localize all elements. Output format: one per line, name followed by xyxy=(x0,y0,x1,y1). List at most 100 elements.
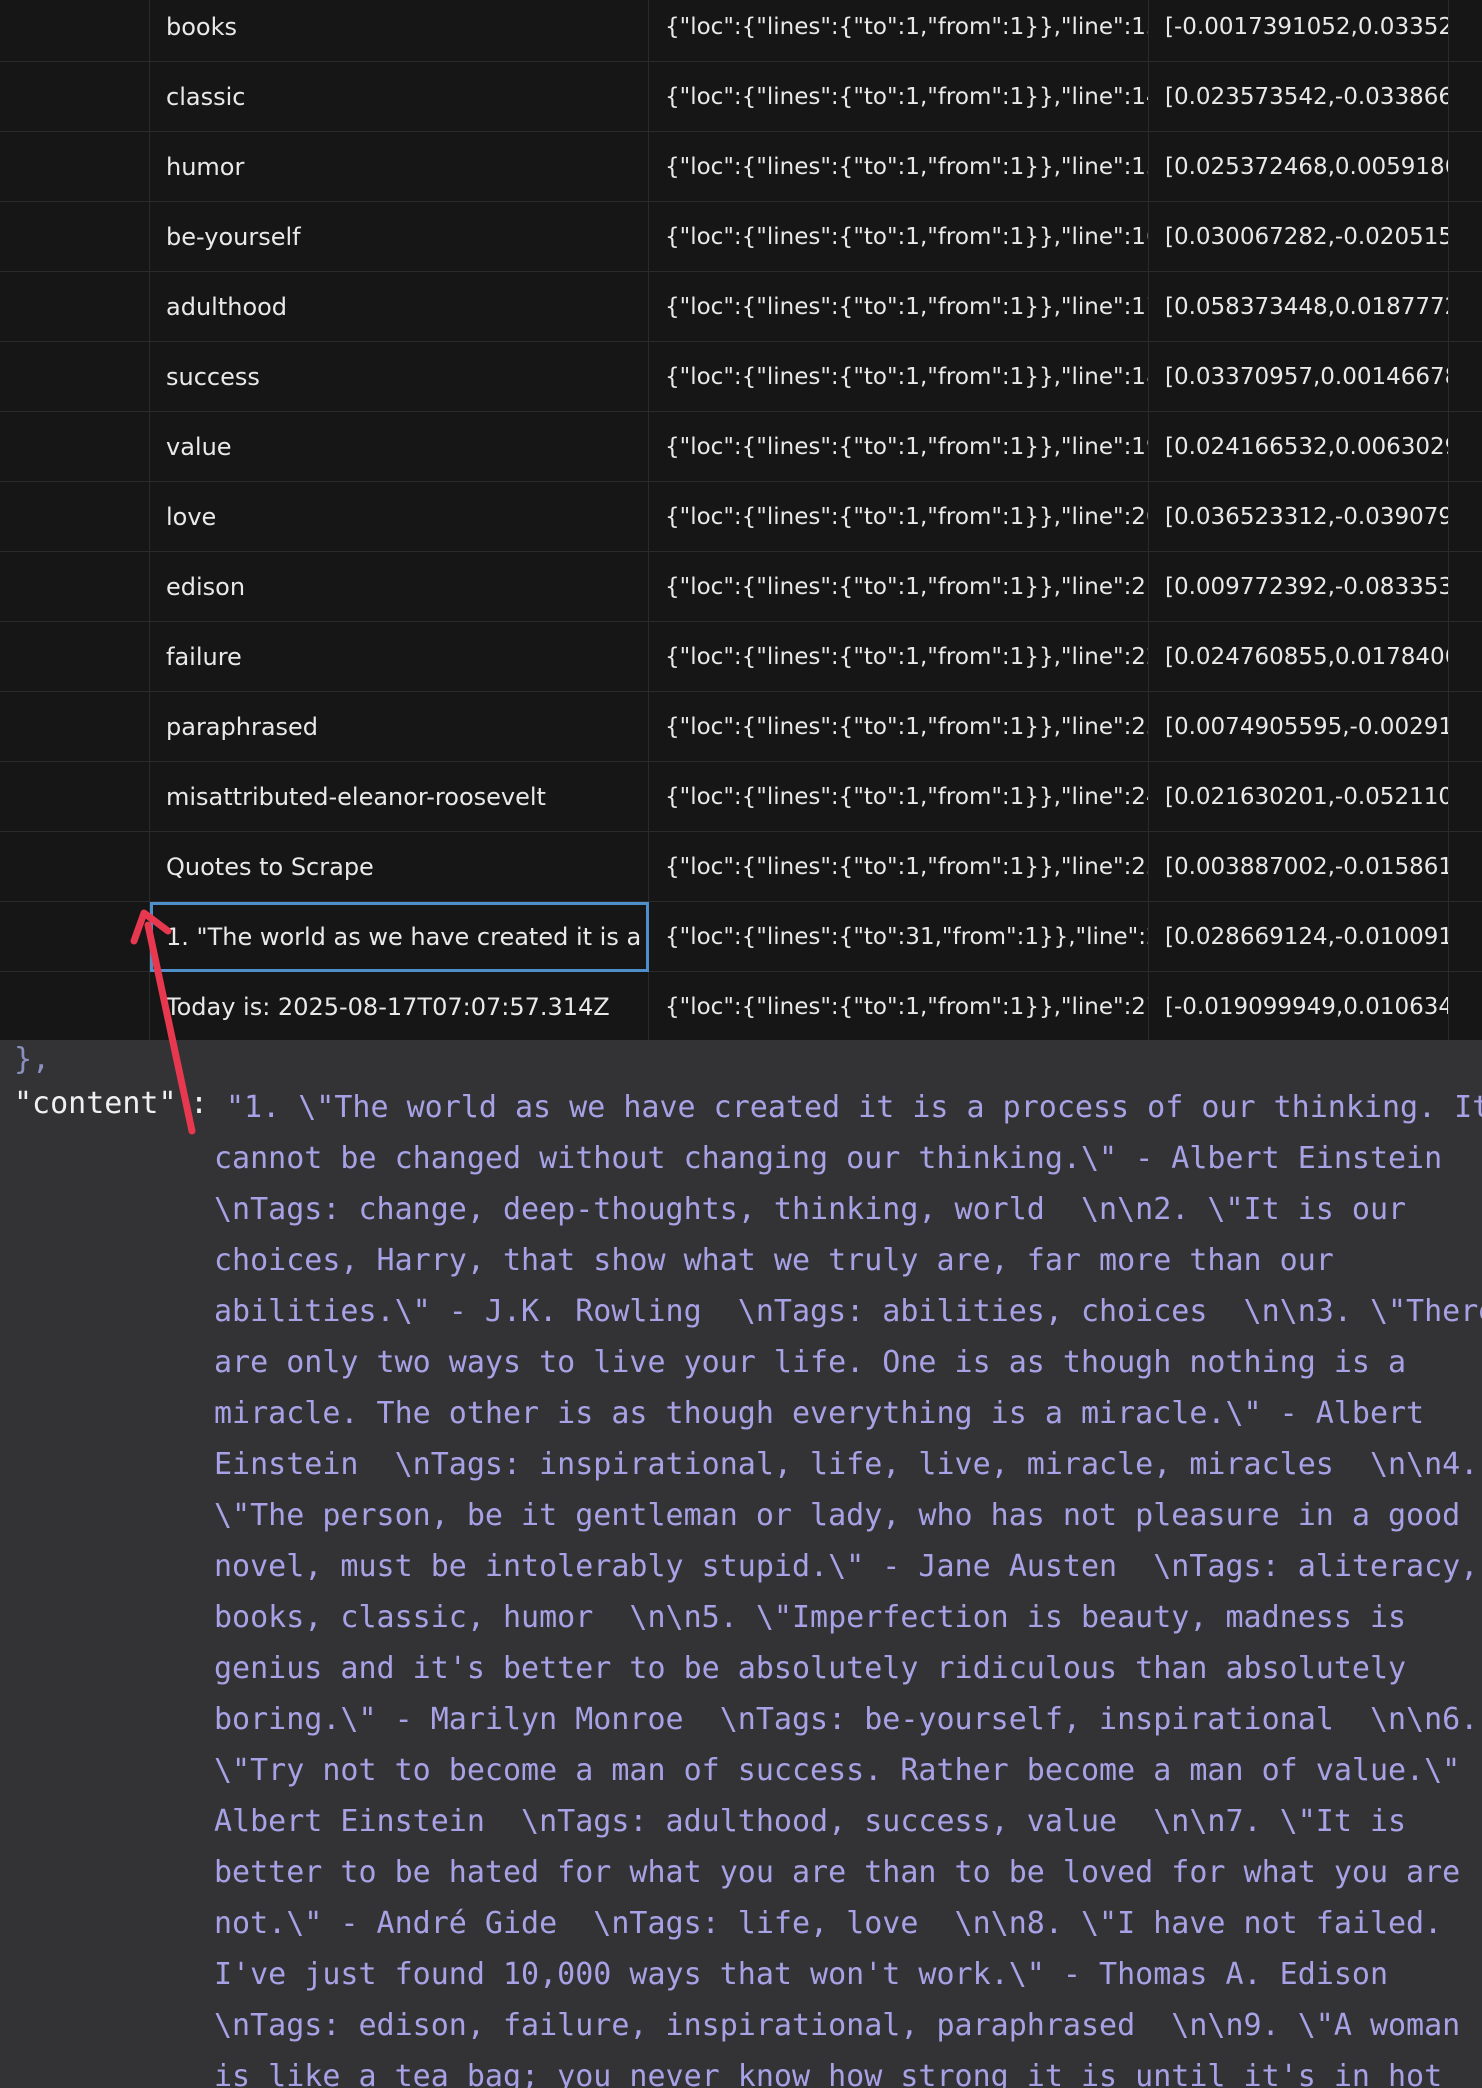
embedding-cell[interactable]: [0.023573542,-0.033866 xyxy=(1149,62,1449,132)
embedding-cell[interactable]: [0.03370957,0.00146678 xyxy=(1149,342,1449,412)
extra-cell[interactable] xyxy=(1449,482,1482,552)
extra-cell[interactable] xyxy=(1449,202,1482,272)
extra-cell[interactable] xyxy=(1449,62,1482,132)
text-cell[interactable]: paraphrased xyxy=(150,692,649,762)
row-header-cell[interactable] xyxy=(0,0,150,62)
row-header-cell[interactable] xyxy=(0,762,150,832)
table-row[interactable]: value {"loc":{"lines":{"to":1,"from":1}},… xyxy=(0,412,1482,482)
text-cell[interactable]: success xyxy=(150,342,649,412)
metadata-cell[interactable]: {"loc":{"lines":{"to":1,"from":1}},"line… xyxy=(649,132,1149,202)
extra-cell[interactable] xyxy=(1449,692,1482,762)
row-header-cell[interactable] xyxy=(0,832,150,902)
row-header-cell[interactable] xyxy=(0,342,150,412)
row-header-cell[interactable] xyxy=(0,132,150,202)
text-cell[interactable]: adulthood xyxy=(150,272,649,342)
metadata-cell[interactable]: {"loc":{"lines":{"to":1,"from":1}},"line… xyxy=(649,832,1149,902)
embedding-cell[interactable]: [0.025372468,0.0059186 xyxy=(1149,132,1449,202)
text-cell[interactable]: books xyxy=(150,0,649,62)
embedding-cell[interactable]: [-0.0017391052,0.033525 xyxy=(1149,0,1449,62)
metadata-cell[interactable]: {"loc":{"lines":{"to":1,"from":1}},"line… xyxy=(649,272,1149,342)
extra-cell[interactable] xyxy=(1449,902,1482,972)
embedding-cell[interactable]: [0.024166532,0.0063029 xyxy=(1149,412,1449,482)
embedding-cell[interactable]: [0.009772392,-0.083353 xyxy=(1149,552,1449,622)
extra-cell[interactable] xyxy=(1449,622,1482,692)
row-header-cell[interactable] xyxy=(0,482,150,552)
json-value-line: is like a tea bag; you never know how st… xyxy=(214,2059,1443,2088)
metadata-cell[interactable]: {"loc":{"lines":{"to":1,"from":1}},"line… xyxy=(649,692,1149,762)
metadata-cell[interactable]: {"loc":{"lines":{"to":1,"from":1}},"line… xyxy=(649,202,1149,272)
json-value-line: \nTags: change, deep-thoughts, thinking,… xyxy=(214,1192,1407,1227)
extra-cell[interactable] xyxy=(1449,832,1482,902)
table-row[interactable]: failure {"loc":{"lines":{"to":1,"from":1}… xyxy=(0,622,1482,692)
extra-cell[interactable] xyxy=(1449,342,1482,412)
json-closing-brace: }, xyxy=(14,1042,51,1077)
row-header-cell[interactable] xyxy=(0,412,150,482)
embedding-cell[interactable]: [0.058373448,0.0187772 xyxy=(1149,272,1449,342)
json-value-line: Einstein \nTags: inspirational, life, li… xyxy=(214,1447,1479,1482)
extra-cell[interactable] xyxy=(1449,0,1482,62)
row-header-cell[interactable] xyxy=(0,202,150,272)
table-row[interactable]: Quotes to Scrape {"loc":{"lines":{"to":1,… xyxy=(0,832,1482,902)
table-row[interactable]: 1. "The world as we have created it is a… xyxy=(0,902,1482,972)
table-row[interactable]: humor {"loc":{"lines":{"to":1,"from":1}},… xyxy=(0,132,1482,202)
embedding-cell[interactable]: [0.036523312,-0.039079 xyxy=(1149,482,1449,552)
embedding-cell[interactable]: [0.003887002,-0.015861 xyxy=(1149,832,1449,902)
embedding-cell[interactable]: [0.021630201,-0.0521104 xyxy=(1149,762,1449,832)
text-cell[interactable]: edison xyxy=(150,552,649,622)
json-key-content: "content" xyxy=(14,1086,177,1121)
embedding-cell[interactable]: [0.028669124,-0.0100918 xyxy=(1149,902,1449,972)
metadata-cell[interactable]: {"loc":{"lines":{"to":1,"from":1}},"line… xyxy=(649,552,1149,622)
table-row[interactable]: success {"loc":{"lines":{"to":1,"from":1}… xyxy=(0,342,1482,412)
json-value-line: \"The person, be it gentleman or lady, w… xyxy=(214,1498,1461,1533)
row-header-cell[interactable] xyxy=(0,902,150,972)
row-header-cell[interactable] xyxy=(0,62,150,132)
json-value-line: \nTags: edison, failure, inspirational, … xyxy=(214,2008,1461,2043)
embedding-cell[interactable]: [0.030067282,-0.020515 xyxy=(1149,202,1449,272)
text-cell[interactable]: love xyxy=(150,482,649,552)
table-row[interactable]: adulthood {"loc":{"lines":{"to":1,"from":… xyxy=(0,272,1482,342)
metadata-cell[interactable]: {"loc":{"lines":{"to":1,"from":1}},"line… xyxy=(649,972,1149,1040)
extra-cell[interactable] xyxy=(1449,132,1482,202)
embedding-cell[interactable]: [-0.019099949,0.010634 xyxy=(1149,972,1449,1040)
text-cell[interactable]: be-yourself xyxy=(150,202,649,272)
metadata-cell[interactable]: {"loc":{"lines":{"to":1,"from":1}},"line… xyxy=(649,0,1149,62)
extra-cell[interactable] xyxy=(1449,552,1482,622)
row-header-cell[interactable] xyxy=(0,972,150,1040)
text-cell-selected[interactable]: 1. "The world as we have created it is a… xyxy=(150,902,649,972)
text-cell[interactable]: humor xyxy=(150,132,649,202)
row-header-cell[interactable] xyxy=(0,622,150,692)
text-cell[interactable]: classic xyxy=(150,62,649,132)
text-cell[interactable]: Today is: 2025-08-17T07:07:57.314Z xyxy=(150,972,649,1040)
table-row[interactable]: Today is: 2025-08-17T07:07:57.314Z {"loc"… xyxy=(0,972,1482,1040)
row-header-cell[interactable] xyxy=(0,272,150,342)
metadata-cell[interactable]: {"loc":{"lines":{"to":1,"from":1}},"line… xyxy=(649,762,1149,832)
table-row[interactable]: edison {"loc":{"lines":{"to":1,"from":1}}… xyxy=(0,552,1482,622)
embedding-cell[interactable]: [0.0074905595,-0.00291 xyxy=(1149,692,1449,762)
extra-cell[interactable] xyxy=(1449,762,1482,832)
extra-cell[interactable] xyxy=(1449,972,1482,1040)
table-row[interactable]: paraphrased {"loc":{"lines":{"to":1,"from… xyxy=(0,692,1482,762)
metadata-cell[interactable]: {"loc":{"lines":{"to":1,"from":1}},"line… xyxy=(649,412,1149,482)
metadata-cell[interactable]: {"loc":{"lines":{"to":1,"from":1}},"line… xyxy=(649,622,1149,692)
extra-cell[interactable] xyxy=(1449,412,1482,482)
text-cell[interactable]: failure xyxy=(150,622,649,692)
json-value-line: are only two ways to live your life. One… xyxy=(214,1345,1407,1380)
metadata-cell[interactable]: {"loc":{"lines":{"to":1,"from":1}},"line… xyxy=(649,482,1149,552)
text-cell[interactable]: misattributed-eleanor-roosevelt xyxy=(150,762,649,832)
table-row[interactable]: misattributed-eleanor-roosevelt {"loc":{"… xyxy=(0,762,1482,832)
extra-cell[interactable] xyxy=(1449,272,1482,342)
metadata-cell[interactable]: {"loc":{"lines":{"to":1,"from":1}},"line… xyxy=(649,62,1149,132)
row-header-cell[interactable] xyxy=(0,552,150,622)
json-value-line: I've just found 10,000 ways that won't w… xyxy=(214,1957,1388,1992)
table-row[interactable]: classic {"loc":{"lines":{"to":1,"from":1}… xyxy=(0,62,1482,132)
metadata-cell[interactable]: {"loc":{"lines":{"to":31,"from":1}},"lin… xyxy=(649,902,1149,972)
json-value-line: better to be hated for what you are than… xyxy=(214,1855,1461,1890)
table-row[interactable]: love {"loc":{"lines":{"to":1,"from":1}},"… xyxy=(0,482,1482,552)
table-row[interactable]: be-yourself {"loc":{"lines":{"to":1,"from… xyxy=(0,202,1482,272)
table-row[interactable]: books {"loc":{"lines":{"to":1,"from":1}},… xyxy=(0,0,1482,62)
row-header-cell[interactable] xyxy=(0,692,150,762)
text-cell[interactable]: Quotes to Scrape xyxy=(150,832,649,902)
text-cell[interactable]: value xyxy=(150,412,649,482)
metadata-cell[interactable]: {"loc":{"lines":{"to":1,"from":1}},"line… xyxy=(649,342,1149,412)
embedding-cell[interactable]: [0.024760855,0.0178406 xyxy=(1149,622,1449,692)
